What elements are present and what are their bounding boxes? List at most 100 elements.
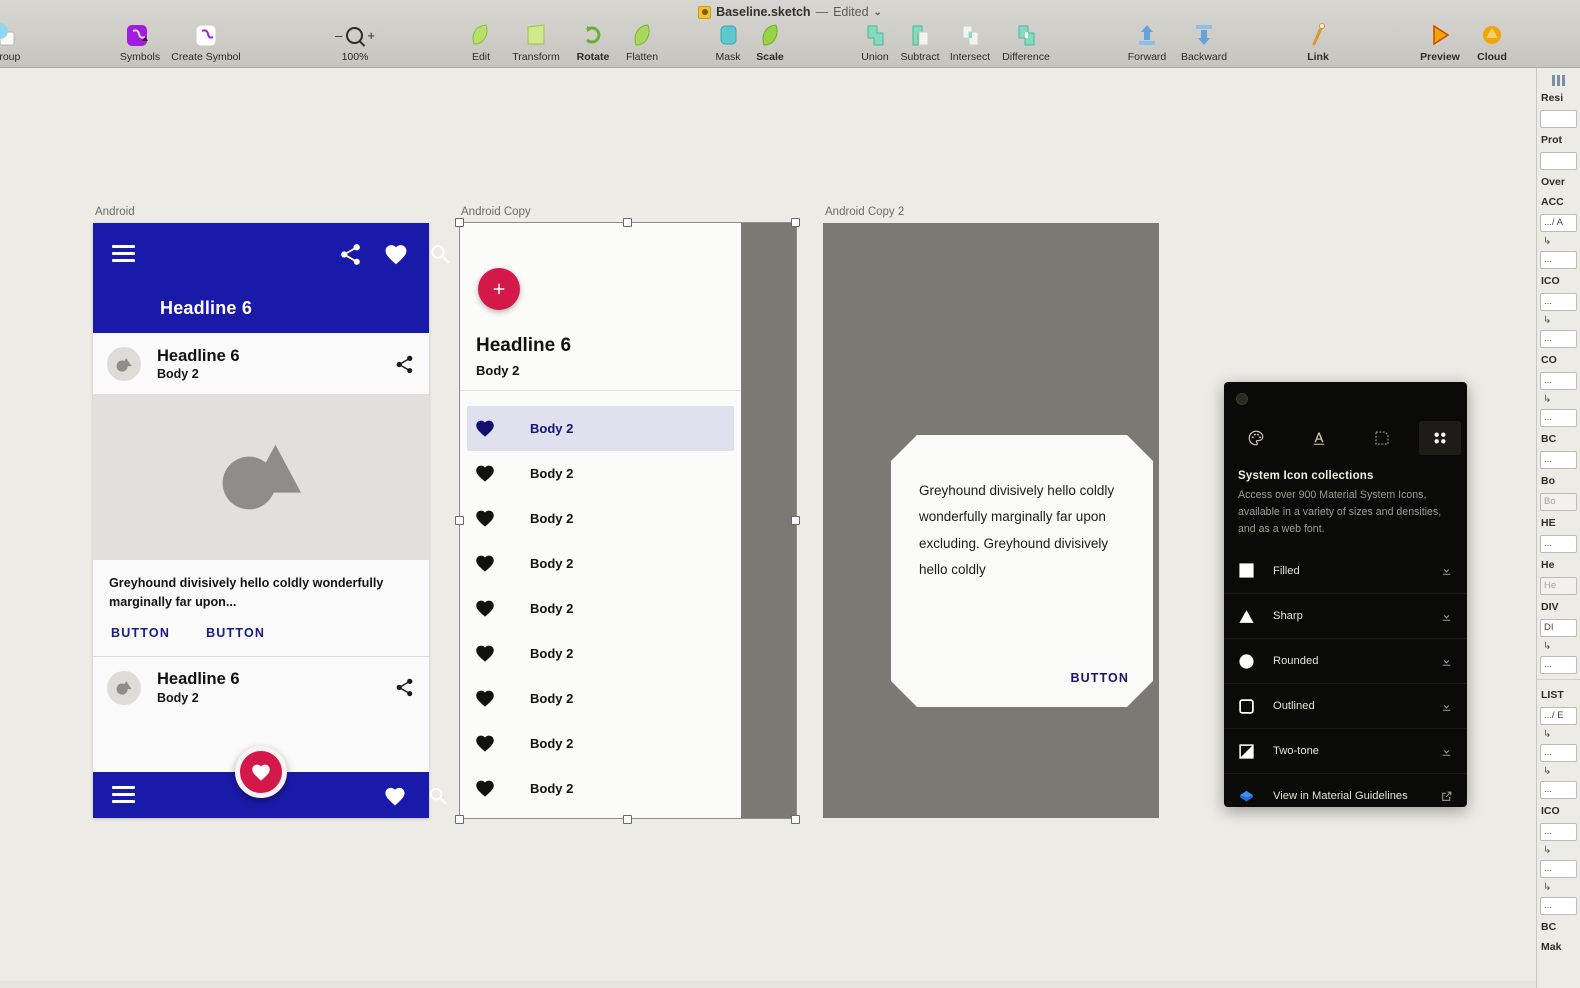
zoom-out-button[interactable]: – bbox=[335, 28, 342, 43]
design-canvas[interactable]: Android Headline 6 Headline 6 Body 2 Gre… bbox=[0, 68, 1536, 988]
selection-handle-mr[interactable] bbox=[791, 516, 800, 525]
sidebar-field[interactable]: ... bbox=[1540, 823, 1577, 841]
toolbar-item-scale[interactable]: Scale bbox=[749, 22, 791, 63]
share-icon[interactable] bbox=[394, 677, 415, 698]
selection-handle-ml[interactable] bbox=[455, 516, 464, 525]
toolbar-item-union[interactable]: Union bbox=[854, 22, 896, 63]
sidebar-sub-row[interactable]: ↳ bbox=[1537, 392, 1580, 407]
zoom-control[interactable]: – + 100% bbox=[326, 22, 384, 63]
sidebar-sub-row[interactable]: ↳ bbox=[1537, 313, 1580, 328]
material-theme-editor-panel[interactable]: System Icon collections Access over 900 … bbox=[1224, 382, 1467, 807]
heart-icon[interactable] bbox=[383, 242, 409, 267]
toolbar-item-difference[interactable]: Difference bbox=[996, 22, 1056, 63]
list-item[interactable]: Body 2 bbox=[460, 766, 741, 811]
chevron-down-icon[interactable]: ⌄ bbox=[874, 7, 882, 18]
selection-handle-bc[interactable] bbox=[623, 815, 632, 824]
icon-collection-row-two-tone[interactable]: Two-tone bbox=[1224, 728, 1467, 773]
canvas-horizontal-scrollbar[interactable] bbox=[0, 981, 1536, 988]
icon-collection-list[interactable]: Filled Sharp Rounded Outlined Two-tone V… bbox=[1224, 548, 1467, 818]
download-icon[interactable] bbox=[1440, 745, 1453, 758]
floating-action-button[interactable] bbox=[478, 268, 520, 310]
share-icon[interactable] bbox=[338, 242, 363, 267]
external-link-icon[interactable] bbox=[1440, 790, 1453, 803]
sidebar-sub-row[interactable]: ↳ bbox=[1537, 234, 1580, 249]
icon-collection-row-rounded[interactable]: Rounded bbox=[1224, 638, 1467, 683]
list-item[interactable]: Body 2 bbox=[460, 451, 741, 496]
download-icon[interactable] bbox=[1440, 610, 1453, 623]
icon-collection-row-outlined[interactable]: Outlined bbox=[1224, 683, 1467, 728]
card-button-1[interactable]: BUTTON bbox=[111, 626, 170, 640]
sidebar-field[interactable]: .../ A bbox=[1540, 214, 1577, 232]
artboard2-list[interactable]: Body 2 Body 2 Body 2 Body 2 Body 2 Body … bbox=[460, 406, 741, 811]
sidebar-sub-row[interactable]: ↳ bbox=[1537, 727, 1580, 742]
toolbar-item-edit[interactable]: Edit bbox=[459, 22, 503, 63]
inspector-sidebar-body[interactable]: Resi Prot Over ACC .../ A ↳... ICO... ↳... CO...… bbox=[1537, 88, 1580, 957]
sidebar-field[interactable]: ... bbox=[1540, 744, 1577, 762]
zoom-in-button[interactable]: + bbox=[367, 28, 375, 43]
search-icon[interactable] bbox=[428, 242, 453, 267]
sidebar-field[interactable]: ... bbox=[1540, 330, 1577, 348]
download-icon[interactable] bbox=[1440, 700, 1453, 713]
sidebar-field[interactable]: ... bbox=[1540, 860, 1577, 878]
artboard-label-android[interactable]: Android bbox=[95, 206, 135, 218]
toolbar-item-flatten[interactable]: Flatten bbox=[617, 22, 667, 63]
toolbar-item-rotate[interactable]: Rotate bbox=[569, 22, 617, 63]
artboard-android[interactable]: Headline 6 Headline 6 Body 2 Greyhound d… bbox=[93, 223, 450, 818]
tab-shape[interactable] bbox=[1350, 421, 1413, 455]
list-item-card-header[interactable]: Headline 6 Body 2 bbox=[93, 333, 429, 395]
sidebar-field[interactable]: ... bbox=[1540, 251, 1577, 269]
toolbar-item-mask[interactable]: Mask bbox=[707, 22, 749, 63]
sidebar-sub-row[interactable]: ↳ bbox=[1537, 880, 1580, 895]
sidebar-sub-row[interactable]: ↳ bbox=[1537, 843, 1580, 858]
inspector-sidebar[interactable]: Resi Prot Over ACC .../ A ↳... ICO... ↳... CO...… bbox=[1536, 68, 1580, 988]
card-button-2[interactable]: BUTTON bbox=[206, 626, 265, 640]
toolbar-item-transform[interactable]: Transform bbox=[503, 22, 569, 63]
toolbar-item-ungroup[interactable]: ngroup bbox=[0, 22, 32, 63]
artboard-label-android-copy-2[interactable]: Android Copy 2 bbox=[825, 206, 904, 218]
hamburger-menu-icon[interactable] bbox=[112, 786, 135, 803]
search-icon[interactable] bbox=[427, 785, 450, 808]
toolbar-item-backward[interactable]: Backward bbox=[1174, 22, 1234, 63]
sidebar-field[interactable]: ... bbox=[1540, 656, 1577, 674]
toolbar-item-create-symbol[interactable]: Create Symbol bbox=[168, 22, 244, 63]
sidebar-field[interactable]: DI bbox=[1540, 619, 1577, 637]
heart-icon[interactable] bbox=[383, 785, 407, 808]
sidebar-field[interactable]: ... bbox=[1540, 535, 1577, 553]
icon-collection-row-filled[interactable]: Filled bbox=[1224, 548, 1467, 593]
list-item[interactable]: Body 2 bbox=[460, 586, 741, 631]
selection-handle-tr[interactable] bbox=[791, 218, 800, 227]
artboard-label-android-copy[interactable]: Android Copy bbox=[461, 206, 531, 218]
artboard-android-copy[interactable]: Headline 6 Body 2 Body 2 Body 2 Body 2 B… bbox=[460, 223, 796, 818]
selection-handle-tl[interactable] bbox=[455, 218, 464, 227]
panel-tabs[interactable] bbox=[1224, 418, 1467, 458]
toolbar-item-preview[interactable]: Preview bbox=[1411, 22, 1469, 63]
list-row-2[interactable]: Headline 6 Body 2 bbox=[93, 656, 429, 719]
list-row[interactable]: Headline 6 Body 2 bbox=[93, 333, 429, 395]
icon-collection-row-guidelines[interactable]: View in Material Guidelines bbox=[1224, 773, 1467, 818]
floating-action-button[interactable] bbox=[235, 746, 287, 798]
selection-handle-br[interactable] bbox=[791, 815, 800, 824]
toolbar-item-intersect[interactable]: Intersect bbox=[944, 22, 996, 63]
list-item[interactable]: Body 2 bbox=[460, 496, 741, 541]
sidebar-field[interactable]: ... bbox=[1540, 293, 1577, 311]
icon-collection-row-sharp[interactable]: Sharp bbox=[1224, 593, 1467, 638]
list-item[interactable]: Body 2 bbox=[460, 631, 741, 676]
sidebar-field[interactable]: ... bbox=[1540, 409, 1577, 427]
tab-color-palette[interactable] bbox=[1224, 421, 1287, 455]
tab-typography[interactable] bbox=[1287, 421, 1350, 455]
selection-handle-bl[interactable] bbox=[455, 815, 464, 824]
list-item[interactable]: Body 2 bbox=[460, 541, 741, 586]
sidebar-field[interactable] bbox=[1540, 152, 1577, 170]
cut-corner-card-button[interactable]: BUTTON bbox=[1071, 671, 1129, 685]
artboard-android-copy-2[interactable]: Greyhound divisively hello coldly wonder… bbox=[823, 223, 1159, 818]
sidebar-field[interactable]: ... bbox=[1540, 372, 1577, 390]
sidebar-field[interactable]: He bbox=[1540, 577, 1577, 595]
list-item[interactable]: Body 2 bbox=[460, 721, 741, 766]
alignment-icon[interactable] bbox=[1537, 68, 1580, 88]
toolbar-item-symbols[interactable]: Symbols bbox=[112, 22, 168, 63]
share-icon[interactable] bbox=[394, 354, 415, 375]
hamburger-menu-icon[interactable] bbox=[112, 245, 135, 262]
tab-icons[interactable] bbox=[1419, 421, 1461, 455]
sidebar-field[interactable] bbox=[1540, 110, 1577, 128]
sidebar-field[interactable]: ... bbox=[1540, 451, 1577, 469]
